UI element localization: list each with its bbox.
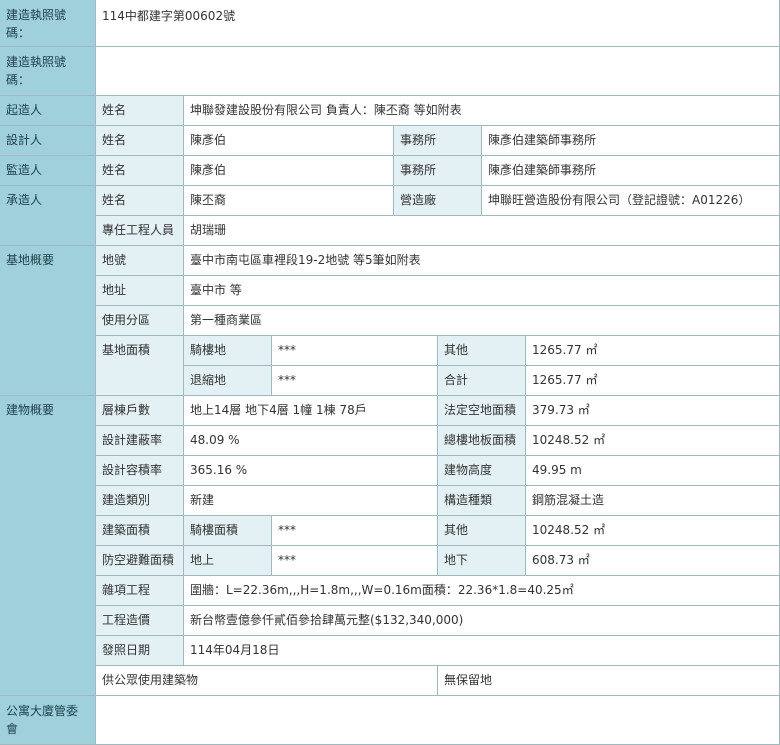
contractor-engineer-value: 胡瑞珊 <box>184 216 780 246</box>
site-area-label: 基地面積 <box>96 336 184 396</box>
supervisor-section: 監造人 <box>0 156 96 186</box>
building-arcade-area-value: *** <box>272 516 438 546</box>
building-height-label: 建物高度 <box>438 456 526 486</box>
designer-section: 設計人 <box>0 126 96 156</box>
site-zoning-label: 使用分區 <box>96 306 184 336</box>
building-total-floor-label: 總樓地板面積 <box>438 426 526 456</box>
initiator-name-value: 坤聯發建設股份有限公司 負責人：陳丕裔 等如附表 <box>184 96 780 126</box>
building-far-value: 365.16 % <box>184 456 438 486</box>
supervisor-name-value: 陳彥伯 <box>184 156 394 186</box>
supervisor-name-label: 姓名 <box>96 156 184 186</box>
site-other-label: 其他 <box>438 336 526 366</box>
permit-number-label: 建造執照號碼： <box>0 0 96 47</box>
building-issue-label: 發照日期 <box>96 636 184 666</box>
site-total-value: 1265.77 ㎡ <box>526 366 780 396</box>
initiator-section: 起造人 <box>0 96 96 126</box>
designer-name-label: 姓名 <box>96 126 184 156</box>
building-height-value: 49.95 m <box>526 456 780 486</box>
contractor-section: 承造人 <box>0 186 96 246</box>
contractor-engineer-label: 專任工程人員 <box>96 216 184 246</box>
supervisor-office-label: 事務所 <box>394 156 482 186</box>
supervisor-office-value: 陳彥伯建築師事務所 <box>482 156 780 186</box>
designer-name-value: 陳彥伯 <box>184 126 394 156</box>
building-area-other-value: 10248.52 ㎡ <box>526 516 780 546</box>
building-area-label: 建築面積 <box>96 516 184 546</box>
non-reserved-land: 無保留地 <box>438 666 780 696</box>
permit-number-value: 114中都建字第00602號 <box>96 0 780 47</box>
building-structure-label: 構造種類 <box>438 486 526 516</box>
building-issue-value: 114年04月18日 <box>184 636 780 666</box>
designer-office-value: 陳彥伯建築師事務所 <box>482 126 780 156</box>
permit-number-value-2 <box>96 47 780 96</box>
building-shelter-label: 防空避難面積 <box>96 546 184 576</box>
building-below-value: 608.73 ㎡ <box>526 546 780 576</box>
site-zoning-value: 第一種商業區 <box>184 306 780 336</box>
building-permit-table: 建造執照號碼： 114中都建字第00602號 建造執照號碼： 起造人 姓名 坤聯… <box>0 0 780 745</box>
building-above-value: *** <box>272 546 438 576</box>
site-total-label: 合計 <box>438 366 526 396</box>
contractor-firm-label: 營造廠 <box>394 186 482 216</box>
building-floors-value: 地上14層 地下4層 1幢 1棟 78戶 <box>184 396 438 426</box>
management-value <box>96 696 780 745</box>
site-lot-label: 地號 <box>96 246 184 276</box>
contractor-name-value: 陳丕裔 <box>184 186 394 216</box>
building-misc-value: 圍牆：L=22.36m,,,H=1.8m,,,W=0.16m面積：22.36*1… <box>184 576 780 606</box>
public-use-building: 供公眾使用建築物 <box>96 666 438 696</box>
site-address-value: 臺中市 等 <box>184 276 780 306</box>
site-setback-label: 退縮地 <box>184 366 272 396</box>
site-setback-value: *** <box>272 366 438 396</box>
site-other-value: 1265.77 ㎡ <box>526 336 780 366</box>
site-address-label: 地址 <box>96 276 184 306</box>
building-floors-label: 層棟戶數 <box>96 396 184 426</box>
site-arcade-label: 騎樓地 <box>184 336 272 366</box>
management-section: 公寓大廈管委會 <box>0 696 96 745</box>
designer-office-label: 事務所 <box>394 126 482 156</box>
contractor-firm-value: 坤聯旺營造股份有限公司（登記證號：A01226） <box>482 186 780 216</box>
building-above-label: 地上 <box>184 546 272 576</box>
building-type-value: 新建 <box>184 486 438 516</box>
building-far-label: 設計容積率 <box>96 456 184 486</box>
building-below-label: 地下 <box>438 546 526 576</box>
site-lot-value: 臺中市南屯區車裡段19-2地號 等5筆如附表 <box>184 246 780 276</box>
building-total-floor-value: 10248.52 ㎡ <box>526 426 780 456</box>
building-coverage-value: 48.09 % <box>184 426 438 456</box>
site-arcade-value: *** <box>272 336 438 366</box>
building-open-space-label: 法定空地面積 <box>438 396 526 426</box>
building-cost-value: 新台幣壹億參仟貳佰參拾肆萬元整($132,340,000) <box>184 606 780 636</box>
building-section: 建物概要 <box>0 396 96 696</box>
building-coverage-label: 設計建蔽率 <box>96 426 184 456</box>
permit-number-label-2: 建造執照號碼： <box>0 47 96 96</box>
building-structure-value: 鋼筋混凝土造 <box>526 486 780 516</box>
site-section: 基地概要 <box>0 246 96 396</box>
building-misc-label: 雜項工程 <box>96 576 184 606</box>
contractor-name-label: 姓名 <box>96 186 184 216</box>
initiator-name-label: 姓名 <box>96 96 184 126</box>
building-open-space-value: 379.73 ㎡ <box>526 396 780 426</box>
building-area-other-label: 其他 <box>438 516 526 546</box>
building-cost-label: 工程造價 <box>96 606 184 636</box>
building-arcade-area-label: 騎樓面積 <box>184 516 272 546</box>
building-type-label: 建造類別 <box>96 486 184 516</box>
